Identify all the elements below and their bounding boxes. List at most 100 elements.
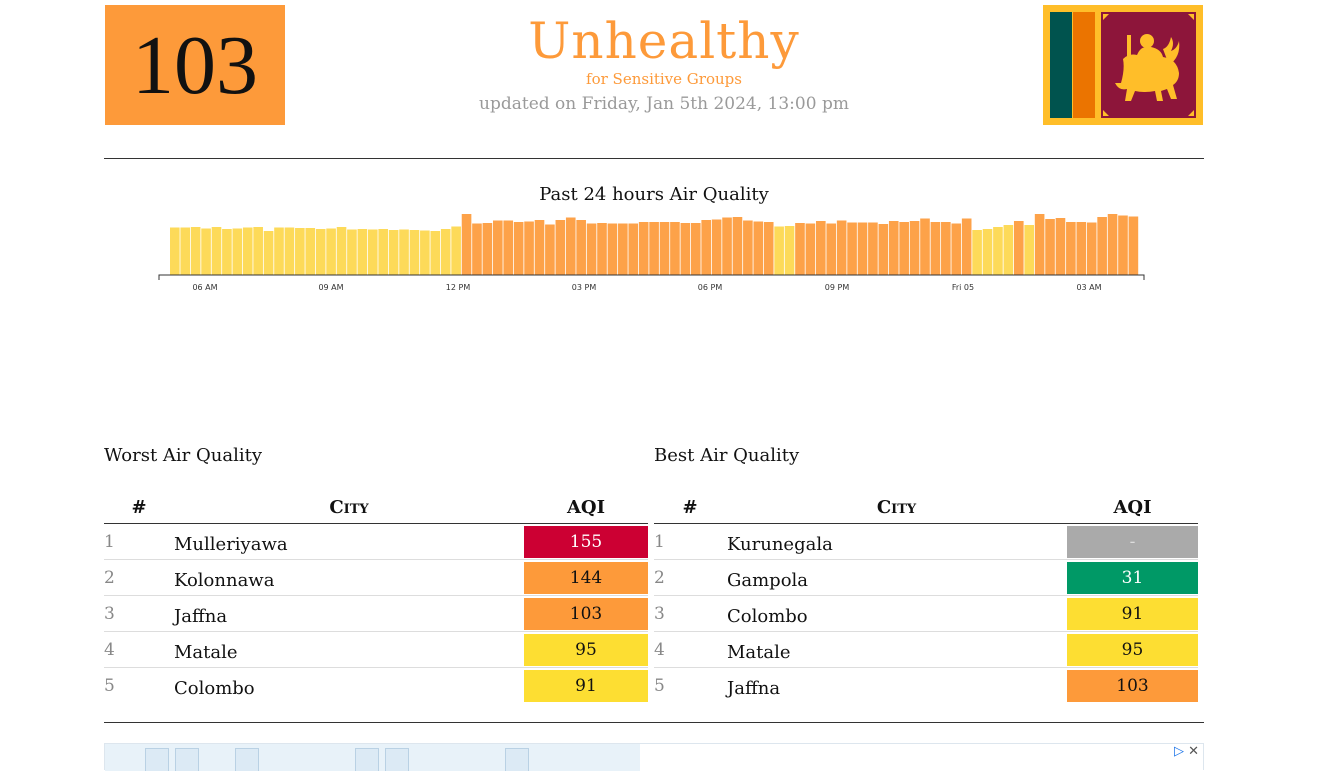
chart-bar[interactable] (1097, 217, 1107, 275)
chart-bar[interactable] (482, 223, 493, 275)
chart-bar[interactable] (201, 228, 211, 276)
chart-bar[interactable] (388, 230, 399, 275)
table-row[interactable]: 2 Kolonnawa 144 (104, 560, 648, 596)
chart-bar[interactable] (649, 222, 659, 275)
chart-bar[interactable] (607, 223, 618, 276)
chart-bar[interactable] (284, 227, 295, 276)
chart-bar[interactable] (180, 227, 191, 276)
chart-bar[interactable] (618, 223, 628, 276)
chart-bar[interactable] (399, 229, 409, 276)
city-link[interactable]: Jaffna (174, 600, 524, 627)
city-link[interactable]: Gampola (727, 564, 1067, 591)
chart-bar[interactable] (1003, 225, 1014, 275)
chart-bar[interactable] (253, 227, 263, 275)
chart-bar[interactable] (420, 230, 430, 276)
chart-bar[interactable] (461, 214, 472, 275)
chart-bar[interactable] (993, 227, 1003, 275)
chart-bar[interactable] (347, 229, 357, 276)
chart-bar[interactable] (430, 231, 441, 275)
chart-bar[interactable] (232, 228, 243, 276)
city-link[interactable]: Matale (727, 636, 1067, 663)
table-row[interactable]: 4 Matale 95 (104, 632, 648, 668)
ad-image[interactable] (105, 744, 640, 771)
chart-bar[interactable] (763, 222, 774, 275)
chart-bar[interactable] (816, 221, 826, 275)
chart-bar[interactable] (878, 224, 889, 275)
chart-bar[interactable] (680, 223, 691, 275)
table-row[interactable]: 2 Gampola 31 (654, 560, 1198, 596)
chart-bar[interactable] (451, 226, 461, 276)
chart-bar[interactable] (1055, 218, 1066, 275)
chart-bar[interactable] (534, 220, 545, 275)
chart-bar[interactable] (941, 222, 951, 275)
chart-bar[interactable] (378, 229, 389, 275)
chart-bar[interactable] (888, 221, 899, 275)
chart-bar[interactable] (972, 230, 982, 275)
chart-bar[interactable] (847, 222, 857, 276)
chart-bar[interactable] (315, 229, 326, 275)
chart-bar[interactable] (628, 223, 639, 276)
chart-bar[interactable] (263, 231, 274, 275)
chart-bar[interactable] (555, 220, 566, 275)
chart-bar[interactable] (524, 221, 534, 276)
chart-bar[interactable] (711, 219, 722, 276)
chart-bar[interactable] (597, 223, 607, 275)
chart-bar[interactable] (899, 222, 909, 275)
chart-bar[interactable] (982, 229, 993, 275)
chart-bar[interactable] (440, 229, 451, 275)
chart-bar[interactable] (409, 230, 420, 275)
table-row[interactable]: 5 Jaffna 103 (654, 668, 1198, 703)
chart-bar[interactable] (1034, 214, 1045, 275)
chart-bar[interactable] (545, 224, 555, 276)
chart-bar[interactable] (1086, 222, 1097, 276)
advertisement[interactable]: ▷ ✕ (104, 743, 1204, 771)
chart-bar[interactable] (274, 227, 284, 276)
chart-bar[interactable] (222, 229, 232, 275)
city-link[interactable]: Matale (174, 636, 524, 663)
city-link[interactable]: Jaffna (727, 672, 1067, 699)
chart-bar[interactable] (836, 220, 847, 276)
chart-bar[interactable] (503, 220, 514, 276)
chart-bar[interactable] (242, 227, 253, 276)
table-row[interactable]: 3 Jaffna 103 (104, 596, 648, 632)
chart-bar[interactable] (732, 217, 743, 275)
chart-bar[interactable] (586, 223, 597, 276)
chart-bar[interactable] (722, 217, 732, 276)
chart-bar[interactable] (1128, 216, 1139, 276)
chart-bar[interactable] (190, 227, 201, 275)
chart-bar[interactable] (805, 223, 816, 276)
chart-bar[interactable] (920, 218, 930, 276)
chart-bar[interactable] (472, 223, 482, 276)
chart-bar[interactable] (784, 226, 795, 275)
chart-bar[interactable] (211, 227, 222, 275)
chart-bar[interactable] (701, 220, 712, 275)
close-icon[interactable]: ✕ (1188, 744, 1199, 759)
chart-bar[interactable] (795, 223, 805, 275)
chart-bar[interactable] (326, 228, 336, 276)
city-link[interactable]: Colombo (727, 600, 1067, 627)
city-link[interactable]: Mulleriyawa (174, 528, 524, 555)
chart-bar[interactable] (295, 228, 305, 275)
chart-bar[interactable] (659, 222, 670, 275)
chart-bar[interactable] (1076, 222, 1087, 275)
chart-bar[interactable] (1118, 215, 1128, 276)
table-row[interactable]: 1 Kurunegala - (654, 524, 1198, 560)
adchoices-icon[interactable]: ▷ (1174, 744, 1184, 759)
chart-bar[interactable] (1066, 222, 1076, 275)
chart-bar[interactable] (357, 229, 368, 275)
chart-bar[interactable] (774, 226, 784, 276)
chart-bar[interactable] (638, 222, 649, 275)
chart-bar[interactable] (690, 223, 701, 275)
chart-bar[interactable] (670, 222, 680, 275)
chart-bar[interactable] (857, 222, 868, 276)
table-row[interactable]: 1 Mulleriyawa 155 (104, 524, 648, 560)
chart-bar[interactable] (743, 220, 753, 276)
table-row[interactable]: 3 Colombo 91 (654, 596, 1198, 632)
chart-bar[interactable] (930, 222, 941, 275)
chart-bar[interactable] (493, 220, 503, 276)
chart-bar[interactable] (868, 222, 878, 276)
chart-bar[interactable] (826, 223, 837, 276)
chart-bar[interactable] (951, 223, 962, 276)
table-row[interactable]: 5 Colombo 91 (104, 668, 648, 703)
city-link[interactable]: Kolonnawa (174, 564, 524, 591)
